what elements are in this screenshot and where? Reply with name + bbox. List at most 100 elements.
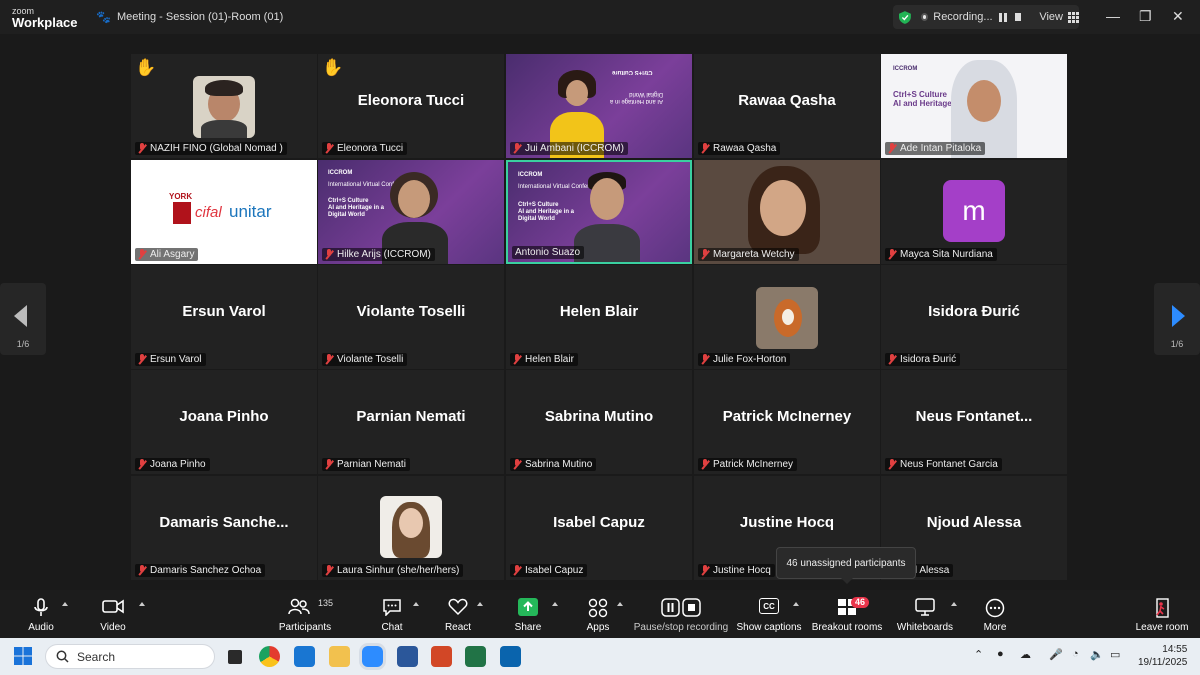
breakout-rooms-button[interactable]: 46 Breakout rooms [811,590,883,638]
share-options-chevron-icon[interactable] [552,602,558,606]
participant-tile[interactable]: ICCROM Ctrl+S Culture AI and Heritage in … [881,54,1067,158]
participant-tile[interactable]: Isabel Capuz Isabel Capuz [506,476,692,580]
participant-tile-active-speaker[interactable]: ICCROM International Virtual Conference … [506,160,692,264]
outlook-icon[interactable] [294,646,315,667]
outlook-new-icon[interactable] [500,646,521,667]
participant-tile[interactable]: Ersun Varol Ersun Varol [131,265,317,369]
gallery-view: ✋ NAZIH FINO (Global Nomad ) ✋ Eleonora … [0,34,1200,590]
tray-onedrive-icon[interactable]: ☁ [1020,648,1031,661]
excel-icon[interactable] [465,646,486,667]
participant-name-label: Laura Sinhur (she/her/hers) [322,564,464,577]
participant-tile[interactable]: m Mayca Sita Nurdiana [881,160,1067,264]
chat-options-chevron-icon[interactable] [413,602,419,606]
search-icon [56,650,69,663]
mic-muted-icon [138,143,147,154]
tray-app-icon[interactable]: ● [997,648,1004,660]
battery-icon[interactable]: ▭ [1110,648,1120,661]
chat-button[interactable]: Chat [372,590,412,638]
wifi-icon[interactable]: ◔ [1072,648,1079,660]
pause-recording-icon[interactable] [998,12,1007,22]
participant-display-name: Rawaa Qasha [738,92,836,109]
whiteboards-options-chevron-icon[interactable] [951,602,957,606]
share-button[interactable]: Share [508,590,548,638]
leave-room-button[interactable]: Leave room [1132,590,1192,638]
participant-tile[interactable]: Julie Fox-Horton [694,265,880,369]
participant-tile[interactable]: Joana Pinho Joana Pinho [131,370,317,474]
participant-tile[interactable]: Neus Fontanet... Neus Fontanet Garcia [881,370,1067,474]
participants-icon [288,598,310,615]
video-face [967,80,1001,122]
participant-name-label: Ersun Varol [135,353,206,366]
mic-muted-icon [701,354,710,365]
file-explorer-icon[interactable] [329,646,350,667]
participant-tile[interactable]: Laura Sinhur (she/her/hers) [318,476,504,580]
show-captions-button[interactable]: CC Show captions [736,590,802,638]
participant-tile[interactable]: ICCROM International Virtual Conference … [318,160,504,264]
audio-button[interactable]: Audio [20,590,62,638]
captions-options-chevron-icon[interactable] [793,602,799,606]
tray-microphone-icon[interactable]: 🎤 [1049,648,1063,661]
volume-icon[interactable]: 🔈 [1090,648,1104,661]
pause-stop-recording-button[interactable]: Pause/stop recording [633,590,729,638]
tray-overflow-chevron-icon[interactable]: ⌃ [974,648,983,661]
participant-tile[interactable]: Rawaa Qasha Rawaa Qasha [694,54,880,158]
participant-name-label: Eleonora Tucci [322,142,408,155]
taskbar-search-box[interactable]: Search [45,644,215,669]
audio-options-chevron-icon[interactable] [62,602,68,606]
york-logo-mark [173,202,191,224]
apps-button[interactable]: Apps [578,590,618,638]
participants-button[interactable]: 135 Participants [275,590,335,638]
mic-muted-icon [888,459,897,470]
participant-display-name: Isabel Capuz [553,514,645,531]
zoom-app-icon[interactable] [362,646,383,667]
participant-tile[interactable]: Damaris Sanche... Damaris Sanchez Ochoa [131,476,317,580]
react-button[interactable]: React [438,590,478,638]
participant-tile[interactable]: Parnian Nemati Parnian Nemati [318,370,504,474]
participant-display-name: Joana Pinho [179,408,269,425]
grid-view-icon[interactable] [1068,11,1079,23]
leave-room-icon [1156,598,1169,618]
next-page-button[interactable]: 1/6 [1154,283,1200,355]
participant-tile[interactable]: Patrick McInerney Patrick McInerney [694,370,880,474]
participant-tile[interactable]: Margareta Wetchy [694,160,880,264]
participant-tile[interactable]: ✋ NAZIH FINO (Global Nomad ) [131,54,317,158]
apps-options-chevron-icon[interactable] [617,602,623,606]
participant-display-name: Eleonora Tucci [357,92,465,109]
more-button[interactable]: More [975,590,1015,638]
maximize-button[interactable]: ❐ [1139,8,1152,25]
video-options-chevron-icon[interactable] [139,602,145,606]
windows-start-icon[interactable] [14,647,32,665]
powerpoint-icon[interactable] [431,646,452,667]
mic-muted-icon [513,354,522,365]
chrome-icon[interactable] [259,646,280,667]
profile-photo [380,496,442,558]
view-button[interactable]: View [1039,11,1063,23]
mic-muted-icon [888,249,897,260]
participant-display-name: Ersun Varol [182,303,266,320]
participant-tile[interactable]: Isidora Đurić Isidora Đurić [881,265,1067,369]
heart-icon [448,598,468,616]
participant-name-label: Damaris Sanchez Ochoa [135,564,266,577]
mic-muted-icon [513,565,522,576]
task-view-icon[interactable] [228,650,242,664]
participant-tile[interactable]: Ctrl+S Culture AI and Heritage in a Digit… [506,54,692,158]
word-icon[interactable] [397,646,418,667]
mic-muted-icon [138,565,147,576]
participant-tile[interactable]: Sabrina Mutino Sabrina Mutino [506,370,692,474]
stop-recording-icon[interactable] [1014,13,1022,21]
previous-page-button[interactable]: 1/6 [0,283,46,355]
slide-subtitle: AI and Heritage in a Digital World [610,91,664,104]
shield-icon[interactable] [899,10,911,25]
participant-tile[interactable]: ✋ Eleonora Tucci Eleonora Tucci [318,54,504,158]
meeting-title[interactable]: 🐾 Meeting - Session (01)-Room (01) [96,10,283,24]
participant-tile[interactable]: Helen Blair Helen Blair [506,265,692,369]
participant-tile[interactable]: YORK cifal unitar Ali Asgary [131,160,317,264]
mic-muted-icon [138,459,147,470]
video-button[interactable]: Video [92,590,134,638]
react-options-chevron-icon[interactable] [477,602,483,606]
participant-tile[interactable]: Violante Toselli Violante Toselli [318,265,504,369]
close-button[interactable]: ✕ [1172,8,1184,25]
taskbar-clock[interactable]: 14:55 19/11/2025 [1138,643,1187,669]
minimize-button[interactable]: — [1106,8,1120,24]
whiteboards-button[interactable]: Whiteboards [895,590,955,638]
